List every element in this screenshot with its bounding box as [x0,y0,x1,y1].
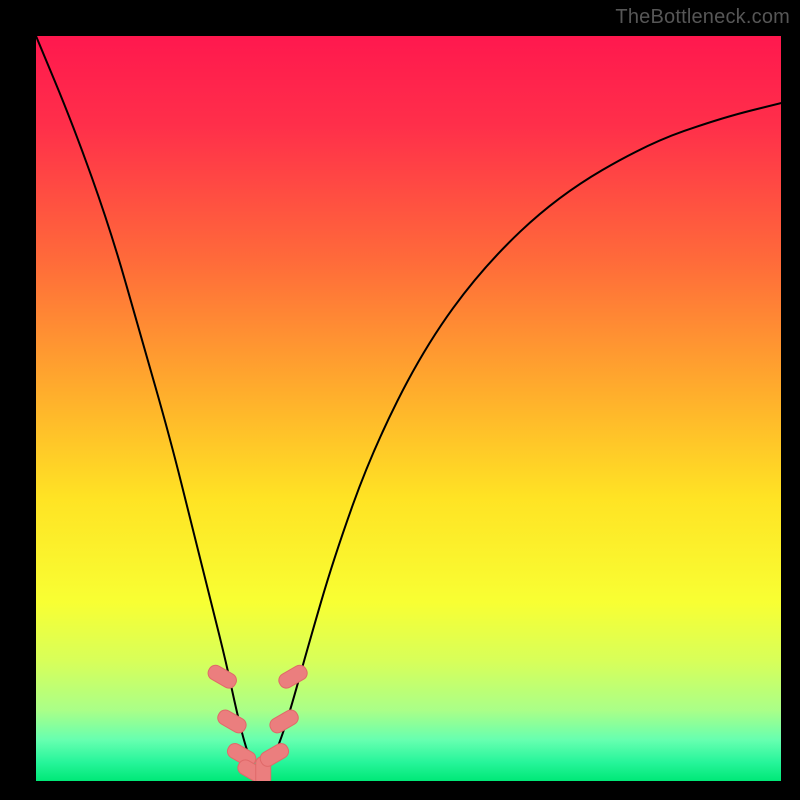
plot-area [36,36,781,781]
attribution-text: TheBottleneck.com [615,6,790,29]
gradient-background [36,36,781,781]
plot-svg [36,36,781,781]
chart-frame: TheBottleneck.com [0,0,800,800]
